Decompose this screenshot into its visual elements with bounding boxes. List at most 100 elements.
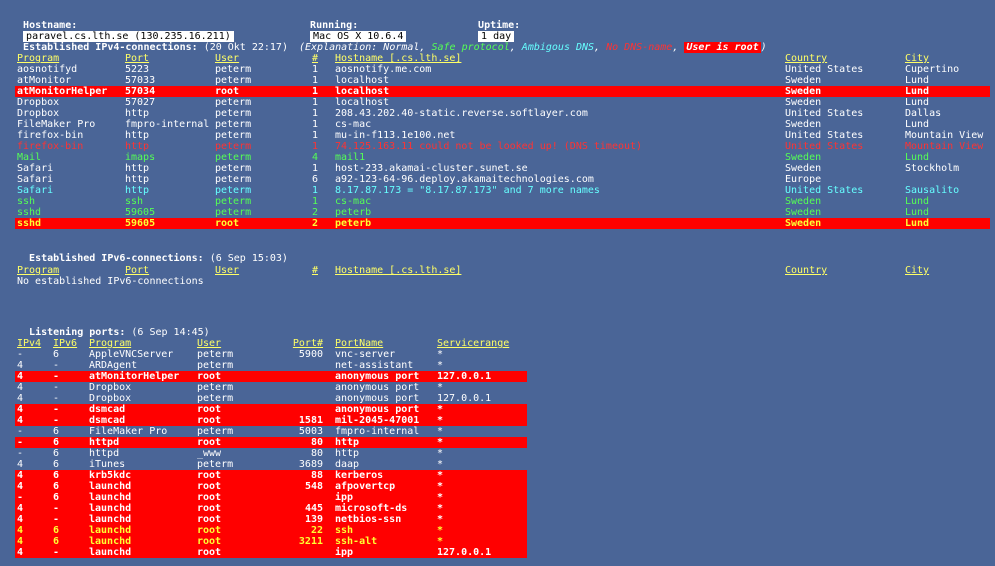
ipv4-row-cell: 1	[311, 64, 318, 75]
listening-row-cell: 4	[17, 393, 24, 404]
listening-row-cell: 6	[53, 459, 60, 470]
ipv4-row: Safari http peterm 6 a92-123-64-96.deploy.ak…	[15, 174, 990, 185]
listening-row: 4 6 iTunes peterm 3689 daap *	[15, 459, 527, 470]
ipv4-row-cell: Mountain View	[905, 141, 984, 152]
ipv4-header-city: City	[905, 53, 930, 64]
ipv4-row-cell: United States	[785, 130, 864, 141]
ipv4-row: aosnotifyd 5223 peterm 1 aosnotify.me.com Uni…	[15, 64, 990, 75]
legend-sep: ,	[419, 42, 432, 53]
ipv4-timestamp: (20 Okt 22:17)	[203, 42, 288, 53]
ipv4-row-cell: http	[125, 174, 150, 185]
ipv4-row-cell: peterm	[215, 130, 252, 141]
listening-row-cell: kerberos	[335, 470, 384, 481]
ipv4-header-port: Port	[125, 53, 150, 64]
listening-row-cell: daap	[335, 459, 360, 470]
ipv4-row-cell: Lund	[905, 152, 930, 163]
ipv4-row-cell: 57033	[125, 75, 156, 86]
ipv4-row-cell: 57034	[125, 86, 156, 97]
ipv4-row-cell: Mail	[17, 152, 42, 163]
listening-row-cell: launchd	[89, 503, 132, 514]
ipv6-header-city: City	[905, 265, 930, 276]
listening-row-cell: 4	[17, 514, 24, 525]
listening-row-cell: *	[437, 459, 444, 470]
ipv4-header-: #	[311, 53, 318, 64]
listening-header-ipv4: IPv4	[17, 338, 42, 349]
ipv4-title: Established IPv4-connections:	[23, 42, 198, 53]
ipv4-row-cell: mu-in-f113.1e100.net	[335, 130, 456, 141]
listening-row-cell: krb5kdc	[89, 470, 132, 481]
ipv4-row-cell: root	[215, 218, 240, 229]
listening-row-cell: *	[437, 448, 444, 459]
ipv4-row-cell: Dallas	[905, 108, 942, 119]
ipv4-row-cell: 1	[311, 130, 318, 141]
legend-normal: Normal	[383, 42, 420, 53]
ipv4-header-program: Program	[17, 53, 60, 64]
listening-header-user: User	[197, 338, 222, 349]
listening-row: - 6 httpd _www 80 http *	[15, 448, 527, 459]
ipv4-row-cell: Lund	[905, 196, 930, 207]
ipv4-row-cell: Lund	[905, 207, 930, 218]
listening-row-cell: -	[17, 437, 24, 448]
legend-suffix: )	[760, 42, 767, 53]
ipv4-row: Dropbox 57027 peterm 1 localhost Sweden Lund	[15, 97, 990, 108]
listening-row-cell: atMonitorHelper	[89, 371, 180, 382]
listening-row-cell: *	[437, 536, 444, 547]
listening-row-cell: root	[197, 525, 222, 536]
ipv4-row-cell: Dropbox	[17, 97, 60, 108]
listening-row-cell: 4	[17, 459, 24, 470]
listening-row: 4 - Dropbox peterm anonymous port *	[15, 382, 527, 393]
listening-row: 4 - atMonitorHelper root anonymous port 127.0…	[15, 371, 527, 382]
ipv4-row-cell: Cupertino	[905, 64, 960, 75]
ipv4-row-cell: peterm	[215, 75, 252, 86]
listening-row-cell: 6	[53, 481, 60, 492]
ipv4-row-cell: 74.125.163.11 could not be looked up! (D…	[335, 141, 643, 152]
ipv4-row-cell: Dropbox	[17, 108, 60, 119]
listening-row-cell: anonymous port	[335, 393, 420, 404]
ipv4-row-cell: peterm	[215, 97, 252, 108]
listening-row-cell: root	[197, 492, 222, 503]
listening-row-cell: vnc-server	[335, 349, 396, 360]
ipv4-row-cell: peterm	[215, 174, 252, 185]
ipv4-row-cell: http	[125, 163, 150, 174]
ipv4-row-cell: 1	[311, 141, 318, 152]
ipv6-empty-message: No established IPv6-connections	[17, 276, 204, 287]
ipv4-row-cell: 5223	[125, 64, 150, 75]
ipv4-row-cell: FileMaker Pro	[17, 119, 96, 130]
hostname-label: Hostname:	[23, 20, 78, 31]
listening-row-cell: dsmcad	[89, 404, 126, 415]
ipv4-row-cell: Lund	[905, 97, 930, 108]
listening-row-cell: -	[53, 547, 60, 558]
listening-row-cell: peterm	[197, 360, 234, 371]
ipv4-row-cell: host-233.akamai-cluster.sunet.se	[335, 163, 528, 174]
listening-row: - 6 FileMaker Pro peterm 5003 fmpro-internal *	[15, 426, 527, 437]
listening-row-cell: ssh-alt	[335, 536, 378, 547]
listening-row-cell: 6	[53, 525, 60, 536]
listening-row-cell: 6	[53, 492, 60, 503]
legend-nodns: No DNS-name	[606, 42, 673, 53]
ipv4-row-cell: peterb	[335, 207, 372, 218]
ipv4-row-cell: Sweden	[785, 97, 822, 108]
listening-row-cell: 4	[17, 503, 24, 514]
listening-row-cell: dsmcad	[89, 415, 126, 426]
ipv4-row-cell: localhost	[335, 75, 390, 86]
listening-row-cell: http	[335, 448, 360, 459]
listening-row-cell: peterm	[197, 426, 234, 437]
ipv6-title: Established IPv6-connections:	[29, 253, 204, 264]
listening-row-cell: *	[437, 437, 444, 448]
listening-row-cell: -	[53, 404, 60, 415]
listening-row-cell: *	[437, 415, 444, 426]
ipv4-row: sshd 59605 root 2 peterb Sweden Lund	[15, 218, 990, 229]
listening-row-cell: peterm	[197, 382, 234, 393]
running-label: Running:	[310, 20, 359, 31]
listening-row-cell: 4	[17, 481, 24, 492]
ipv4-row-cell: localhost	[335, 86, 390, 97]
listening-row-cell: 3689	[298, 459, 323, 470]
ipv4-row-cell: Lund	[905, 86, 930, 97]
ipv4-row-cell: Sweden	[785, 75, 822, 86]
ipv4-row-cell: cs-mac	[335, 119, 372, 130]
ipv4-row-cell: ssh	[125, 196, 144, 207]
listening-row: 4 6 launchd root 3211 ssh-alt *	[15, 536, 527, 547]
listening-row-cell: Dropbox	[89, 382, 132, 393]
ipv4-row-cell: peterm	[215, 163, 252, 174]
ipv4-row-cell: United States	[785, 185, 864, 196]
